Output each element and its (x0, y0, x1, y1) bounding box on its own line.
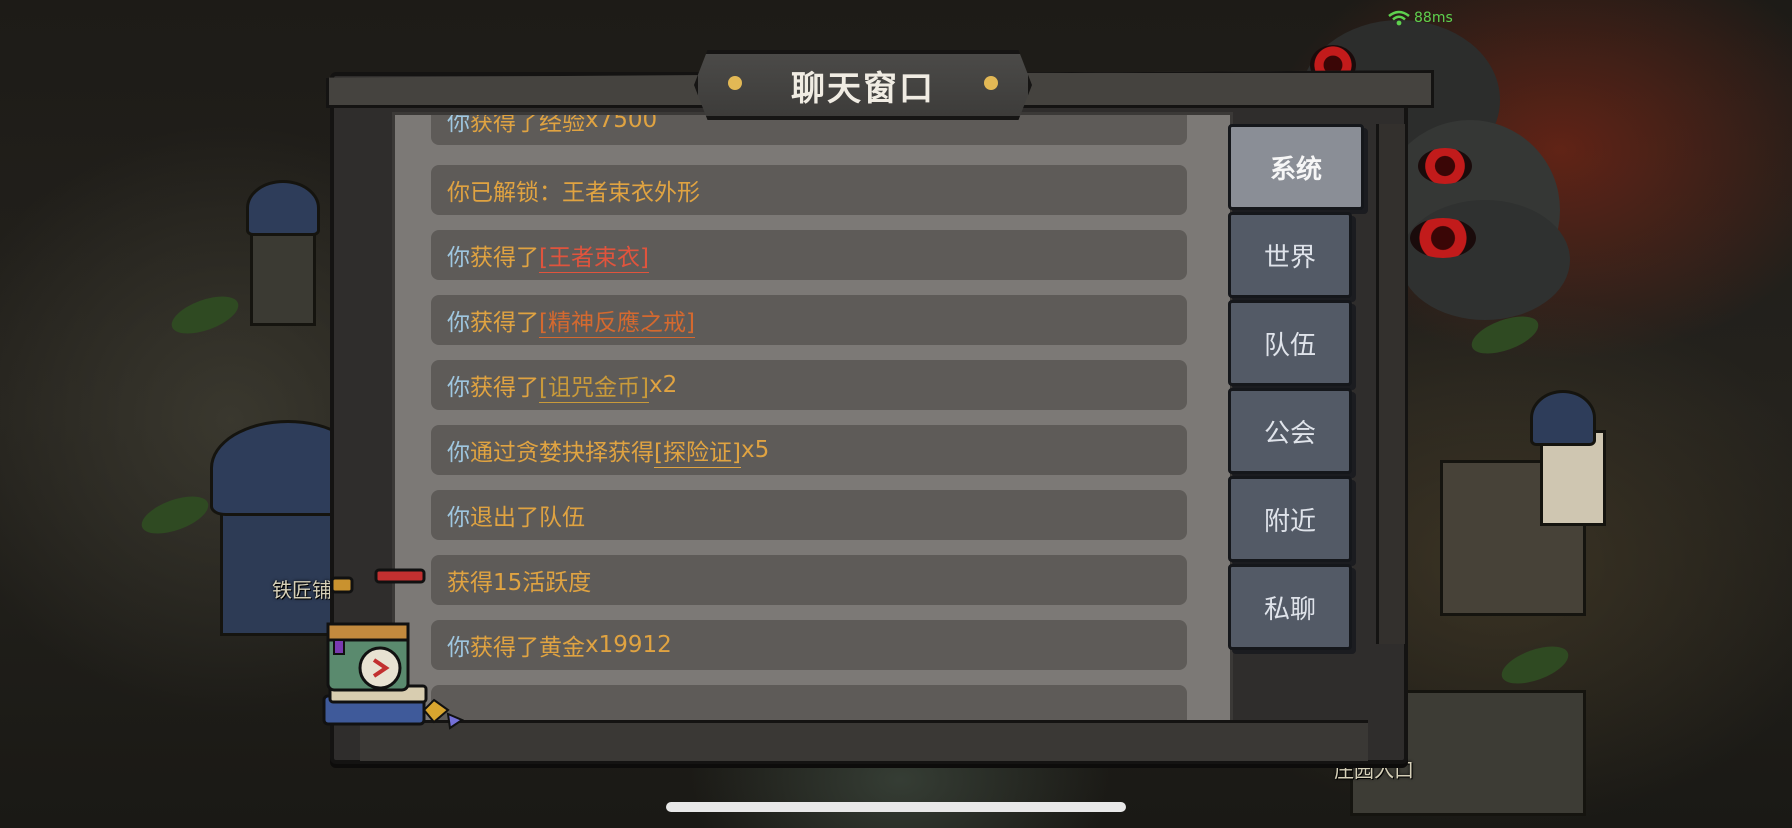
chat-message: 你获得了 [王者束衣] (431, 230, 1187, 280)
chat-message: 你获得了 [诅咒金币] x2 (431, 360, 1187, 410)
message-prefix: 你 (447, 112, 470, 136)
message-text: 获得了黄金 (470, 635, 585, 661)
tab-world[interactable]: 世界 (1228, 212, 1352, 298)
message-text: 退出了队伍 (470, 505, 585, 531)
network-ping: 88ms (1388, 10, 1453, 26)
item-link[interactable]: [精神反應之戒] (539, 303, 695, 338)
message-quantity: x7500 (585, 112, 658, 133)
chat-message: 你退出了队伍 (431, 490, 1187, 540)
tab-private[interactable]: 私聊 (1228, 564, 1352, 650)
item-link[interactable]: [王者束衣] (539, 238, 649, 273)
item-link[interactable]: [诅咒金币] (539, 368, 649, 403)
wifi-icon (1388, 10, 1410, 26)
tab-guild[interactable]: 公会 (1228, 388, 1352, 474)
message-quantity: x19912 (585, 632, 672, 658)
message-text: 获得了经验 (470, 112, 585, 136)
message-text: 获得了 (470, 245, 539, 271)
chat-message: 你通过贪婪抉择获得 [探险证] x5 (431, 425, 1187, 475)
chat-title: 聊天窗口 (791, 68, 935, 109)
message-text: 获得15活跃度 (447, 570, 592, 596)
message-list[interactable]: 你获得了经验 x7500 你已解锁：王者束衣外形 你获得了 [王者束衣] 你获得了… (392, 112, 1233, 724)
message-prefix: 你 (447, 440, 470, 466)
message-text: 获得了 (470, 375, 539, 401)
gold-stud-icon (728, 76, 742, 90)
message-prefix: 你 (447, 505, 470, 531)
message-prefix: 你 (447, 375, 470, 401)
message-quantity: x5 (740, 437, 770, 463)
tabs-backing (1376, 124, 1405, 644)
tab-team[interactable]: 队伍 (1228, 300, 1352, 386)
chat-message: 获得15活跃度 (431, 555, 1187, 605)
chat-message: 你已解锁：王者束衣外形 (431, 165, 1187, 215)
gold-stud-icon (984, 76, 998, 90)
tab-nearby[interactable]: 附近 (1228, 476, 1352, 562)
message-quantity: x2 (648, 372, 678, 398)
tab-system[interactable]: 系统 (1228, 124, 1364, 210)
message-prefix: 你 (447, 310, 470, 336)
message-text: 你已解锁：王者束衣外形 (447, 180, 700, 206)
home-indicator[interactable] (666, 802, 1126, 812)
chest-decoration-icon (322, 568, 465, 730)
item-link[interactable]: [探险证] (654, 433, 741, 468)
message-text: 获得了 (470, 310, 539, 336)
message-prefix: 你 (447, 245, 470, 271)
chat-message: 你获得了黄金 x19912 (431, 620, 1187, 670)
chat-title-plate: 聊天窗口 (694, 50, 1032, 120)
ping-value: 88ms (1414, 10, 1453, 26)
chat-message-partial (431, 685, 1187, 721)
chat-message: 你获得了 [精神反應之戒] (431, 295, 1187, 345)
message-text: 通过贪婪抉择获得 (470, 440, 654, 466)
chat-window-bottom-bar (360, 720, 1368, 761)
